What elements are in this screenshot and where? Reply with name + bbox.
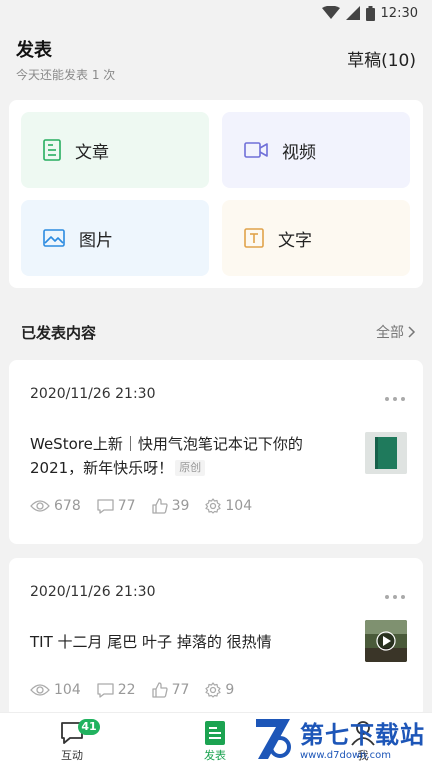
publish-video-label: 视频 <box>282 142 316 163</box>
post-thumbnail <box>365 432 407 474</box>
post-card[interactable]: 2020/11/26 21:30 TIT 十二月 尾巴 叶子 掉落的 很热情 1… <box>9 558 423 718</box>
post-date: 2020/11/26 21:30 <box>30 584 156 600</box>
tab-publish-label: 发表 <box>204 749 226 762</box>
eye-icon <box>30 500 50 512</box>
likes-count: 77 <box>171 682 190 698</box>
more-dots-icon <box>385 595 405 599</box>
video-icon <box>244 142 268 158</box>
publish-image-button[interactable]: 图片 <box>21 200 209 276</box>
text-icon <box>244 228 264 248</box>
notification-badge: 41 <box>78 719 100 735</box>
post-title[interactable]: WeStore上新｜快用气泡笔记本记下你的2021，新年快乐呀！ 原创 <box>30 432 340 480</box>
thumbs-up-icon <box>151 682 168 698</box>
shares-count: 9 <box>225 682 235 698</box>
tab-interact[interactable]: 互动 41 <box>58 719 100 763</box>
wifi-icon <box>321 6 340 19</box>
eye-icon <box>30 684 50 696</box>
likes-stat: 39 <box>151 498 190 514</box>
tab-interact-label: 互动 <box>61 749 83 762</box>
publish-article-button[interactable]: 文章 <box>21 112 209 188</box>
shares-stat: 104 <box>205 498 252 514</box>
brand-logo-icon <box>256 719 291 759</box>
likes-stat: 77 <box>151 682 190 698</box>
status-time: 12:30 <box>380 5 418 21</box>
comments-stat: 22 <box>97 682 136 698</box>
battery-icon <box>365 5 375 21</box>
chevron-right-icon <box>408 326 416 338</box>
views-stat: 104 <box>30 682 81 698</box>
post-title[interactable]: TIT 十二月 尾巴 叶子 掉落的 很热情 <box>30 630 340 654</box>
publish-image-label: 图片 <box>79 230 113 251</box>
page-header: 发表 今天还能发表 1 次 草稿(10) <box>0 26 432 88</box>
publish-video-button[interactable]: 视频 <box>222 112 410 188</box>
more-options-button[interactable] <box>385 584 405 603</box>
publish-text-label: 文字 <box>278 230 312 251</box>
tab-publish[interactable]: 发表 <box>203 719 227 763</box>
gear-icon <box>205 498 221 514</box>
post-stats: 104 22 77 9 <box>30 682 234 698</box>
comments-count: 77 <box>117 498 136 514</box>
notebook-thumbnail-image <box>365 432 407 474</box>
shares-stat: 9 <box>205 682 234 698</box>
views-stat: 678 <box>30 498 81 514</box>
gear-icon <box>205 682 221 698</box>
publish-type-panel: 文章 视频 图片 文字 <box>9 100 423 288</box>
views-count: 104 <box>54 682 81 698</box>
watermark-logo: 第七下载站 www.d7down.com <box>242 708 432 768</box>
article-icon <box>43 139 61 161</box>
post-date: 2020/11/26 21:30 <box>30 386 156 402</box>
comments-count: 22 <box>117 682 136 698</box>
published-section-header: 已发表内容 全部 <box>0 320 432 344</box>
publish-article-label: 文章 <box>75 142 109 163</box>
drafts-button[interactable]: 草稿(10) <box>347 46 416 71</box>
more-dots-icon <box>385 397 405 401</box>
signal-icon <box>345 6 360 20</box>
post-stats: 678 77 39 104 <box>30 498 252 514</box>
views-count: 678 <box>54 498 81 514</box>
post-card[interactable]: 2020/11/26 21:30 WeStore上新｜快用气泡笔记本记下你的20… <box>9 360 423 544</box>
more-options-button[interactable] <box>385 386 405 405</box>
watermark-brand: 第七下载站 <box>300 721 425 749</box>
original-tag: 原创 <box>175 460 206 476</box>
view-all-button[interactable]: 全部 <box>376 322 416 342</box>
shares-count: 104 <box>225 498 253 514</box>
comment-icon <box>97 498 114 514</box>
section-title: 已发表内容 <box>21 323 97 342</box>
comment-icon <box>97 682 114 698</box>
video-thumbnail-image <box>365 620 407 662</box>
thumbs-up-icon <box>151 498 168 514</box>
post-thumbnail <box>365 620 407 662</box>
view-all-label: 全部 <box>376 325 404 341</box>
watermark-url: www.d7down.com <box>300 750 392 761</box>
publish-doc-icon <box>205 721 225 745</box>
comments-stat: 77 <box>97 498 136 514</box>
image-icon <box>43 229 65 247</box>
post-title-text: TIT 十二月 尾巴 叶子 掉落的 很热情 <box>30 633 272 651</box>
status-bar: 12:30 <box>0 0 432 26</box>
post-title-text: WeStore上新｜快用气泡笔记本记下你的2021，新年快乐呀！ <box>30 435 303 477</box>
publish-text-button[interactable]: 文字 <box>222 200 410 276</box>
likes-count: 39 <box>171 498 190 514</box>
